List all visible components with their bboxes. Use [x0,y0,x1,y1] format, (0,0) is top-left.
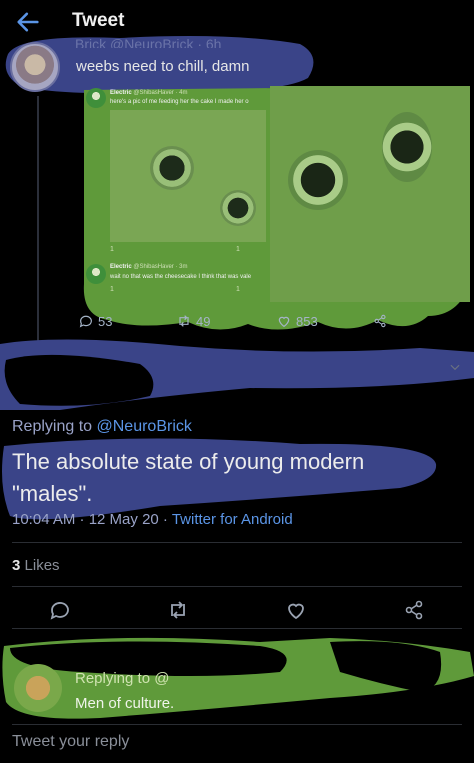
tweet-meta: 10:04 AM · 12 May 20 · Twitter for Andro… [12,511,293,528]
quoted-like-count: 853 [296,313,318,329]
embedded-text: wait no that was the cheesecake I think … [110,274,252,280]
embedded-author: Electric @ShibasHaver · 4m [110,90,188,96]
green-scribble [2,637,474,719]
likes-summary[interactable]: 3 Likes [12,557,60,574]
embedded-text: here's a pic of me feeding her the cake … [110,99,249,105]
anime-image-right [270,86,470,302]
quoted-retweet-count: 49 [196,313,211,329]
share-icon[interactable] [402,598,426,622]
likes-label: Likes [24,557,60,574]
reply-replying-to: Replying to @ [75,670,170,687]
compose-reply-input[interactable] [12,733,452,751]
back-arrow-icon[interactable] [14,8,42,36]
quoted-reply-stat[interactable]: 53 [78,313,112,329]
replying-to-mention[interactable]: @NeuroBrick [97,418,192,435]
reply-avatar[interactable] [14,664,62,712]
reply-text: Men of culture. [75,695,175,712]
embedded-reply-count: 1 [110,246,114,253]
blue-scribble [0,339,474,410]
reply-icon [79,315,92,328]
embedded-like-count: 1 [236,286,240,293]
thread-line [37,96,39,352]
divider [12,628,462,629]
quoted-tweet-handle: Brick @NeuroBrick · 6h [75,36,222,48]
divider [12,586,462,587]
quoted-reply-count: 53 [98,313,113,329]
divider [12,542,462,543]
replying-to-label: Replying to [12,418,93,435]
embedded-author: Electric @ShibasHaver · 3m [110,264,188,270]
page-title: Tweet [72,10,125,31]
tweet-text: The absolute state of young modern "male… [12,449,365,506]
embedded-avatar [86,88,106,108]
chevron-down-icon[interactable] [448,360,462,374]
source-app-link[interactable]: Twitter for Android [172,511,293,528]
embedded-reply-count: 1 [110,286,114,293]
like-icon[interactable] [284,598,308,622]
reply-icon[interactable] [48,598,72,622]
quoted-share-stat[interactable] [372,313,388,329]
replying-to: Replying to @NeuroBrick [12,418,192,436]
embedded-like-count: 1 [236,246,240,253]
divider [12,724,462,725]
anime-image-left [110,110,266,242]
tweet-timestamp: 10:04 AM · 12 May 20 · [12,511,172,528]
embedded-screenshot[interactable]: Electric @ShibasHaver · 4m here's a pic … [78,84,472,332]
likes-count: 3 [12,557,21,574]
quoted-retweet-stat[interactable]: 49 [176,313,210,329]
share-icon [374,314,386,328]
embedded-avatar [86,264,106,284]
like-icon [278,316,290,328]
quoted-like-stat[interactable]: 853 [276,313,318,329]
retweet-icon[interactable] [166,598,190,622]
retweet-icon [179,315,189,327]
quoted-tweet-text: weebs need to chill, damn [76,58,250,75]
quoted-tweet-avatar[interactable] [10,42,60,92]
